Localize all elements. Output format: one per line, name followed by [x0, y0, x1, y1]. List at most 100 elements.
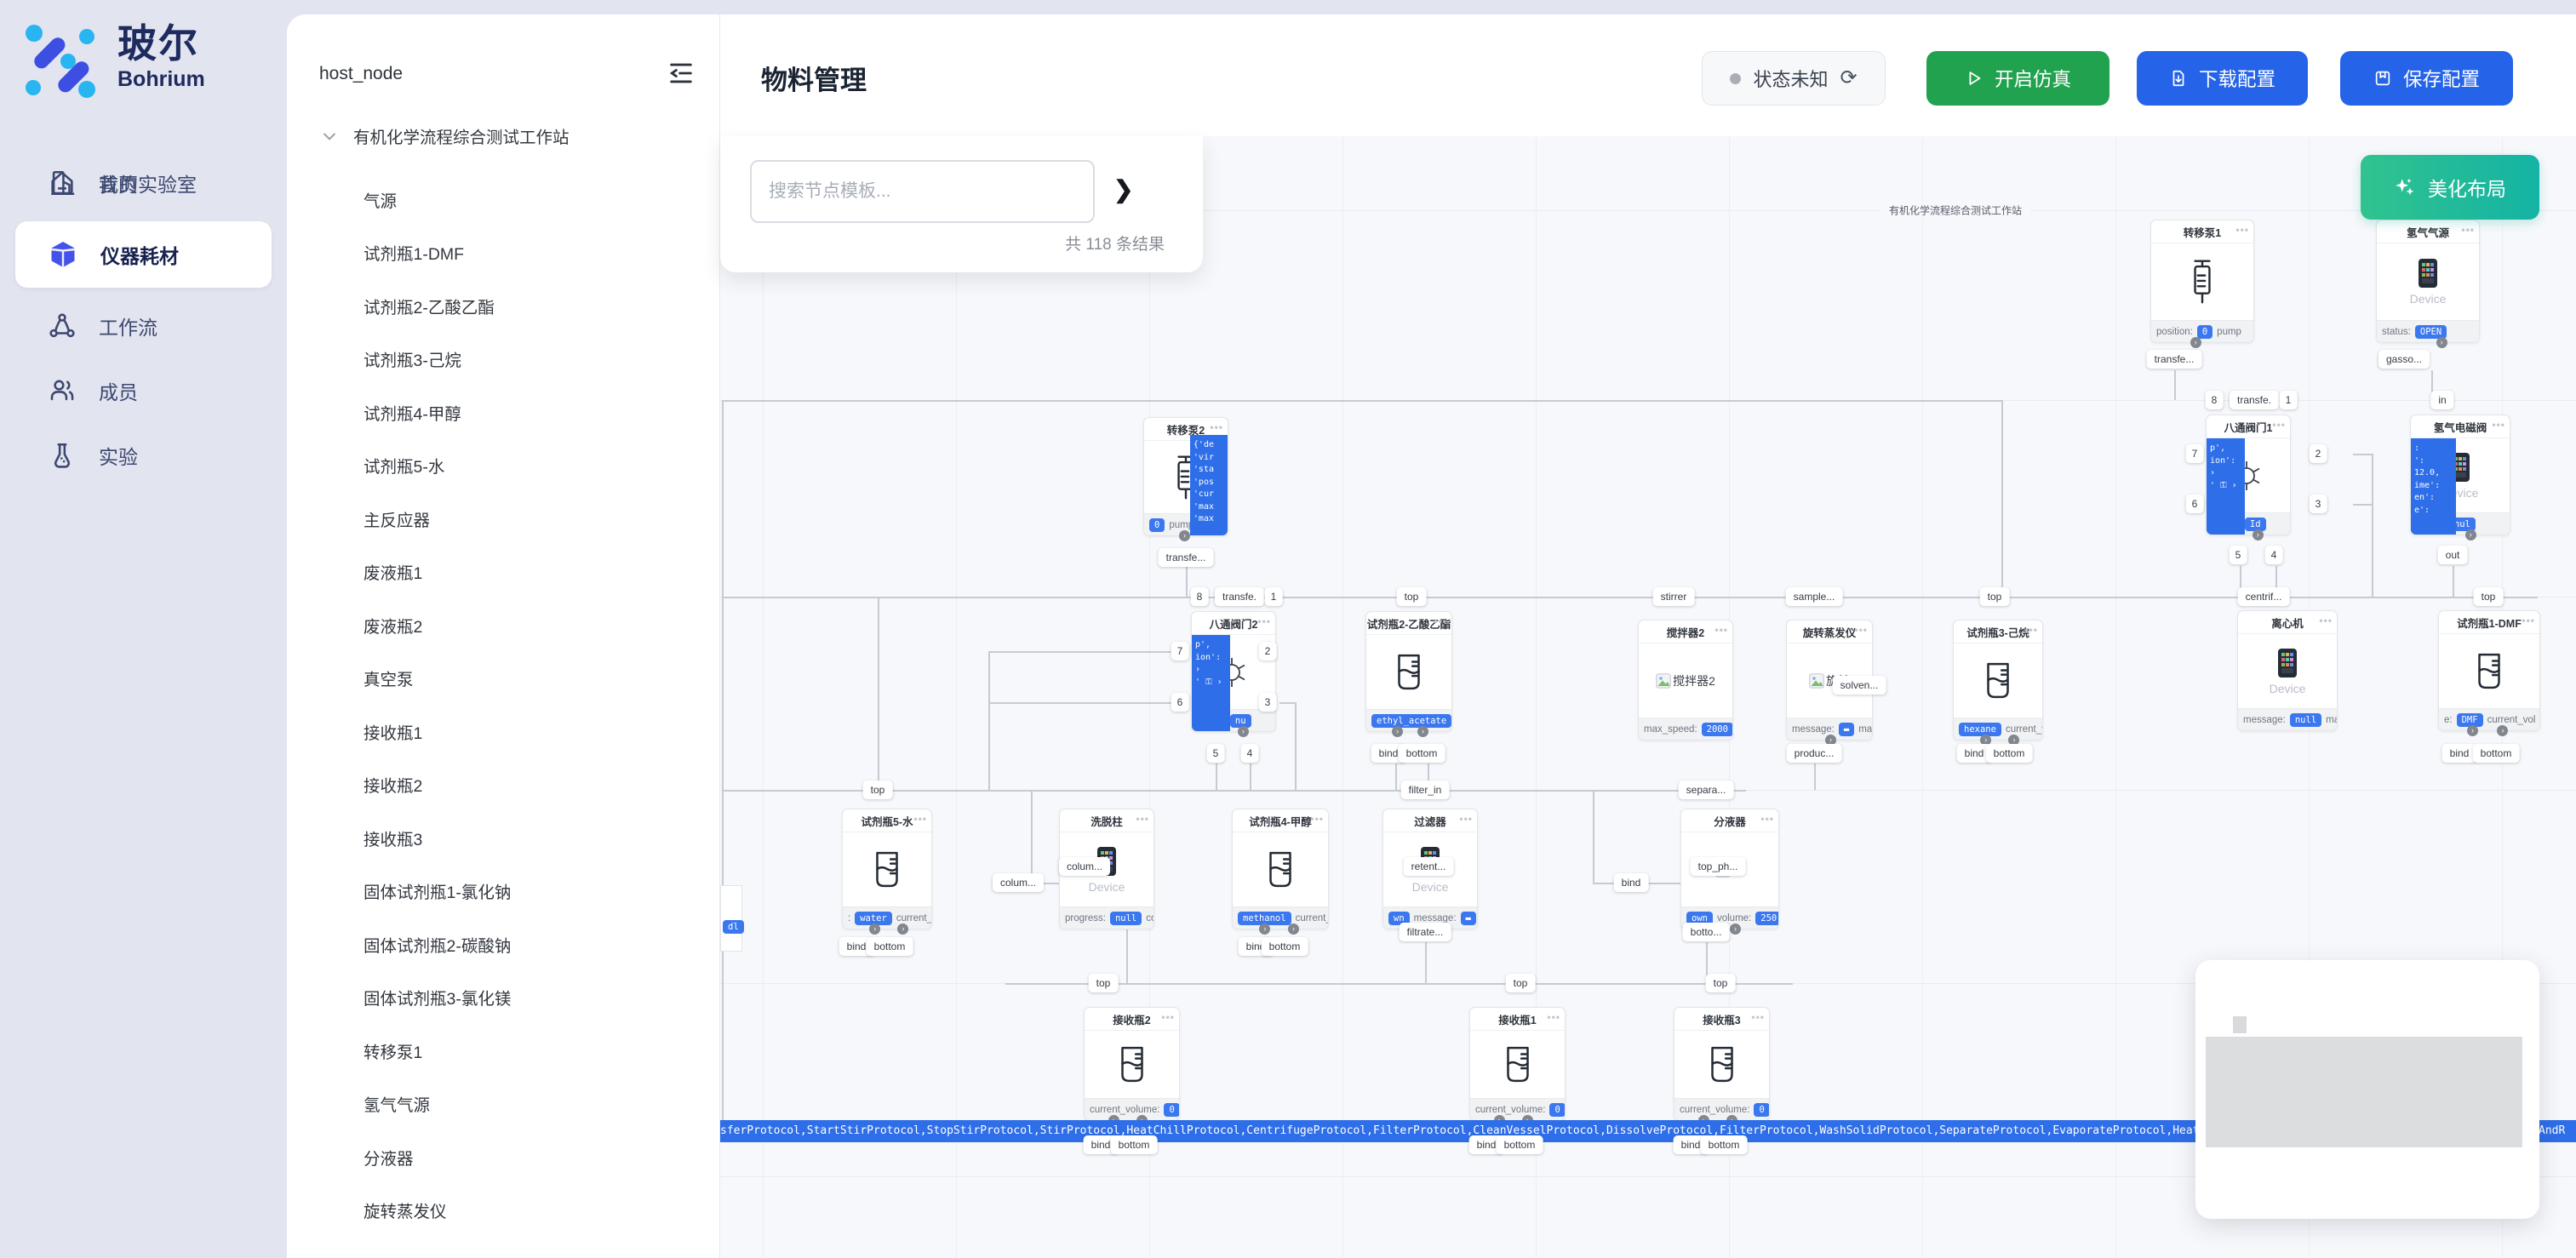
port-pill[interactable]: 1 [2280, 391, 2298, 409]
port-handle[interactable]: › [897, 923, 908, 935]
port-pill[interactable]: botto... [1683, 923, 1730, 941]
port-pill[interactable]: transfe... [1159, 548, 1214, 567]
port-handle[interactable]: › [1238, 726, 1249, 737]
tree-item[interactable]: 接收瓶2 [364, 758, 719, 812]
value-badge[interactable]: ▬ [1461, 912, 1476, 925]
port-pill[interactable]: sample... [1786, 587, 1843, 606]
node-menu-icon[interactable]: ••• [1310, 813, 1324, 825]
tree-item[interactable]: 接收瓶1 [364, 705, 719, 758]
flow-node[interactable]: 接收瓶2•••current_volume:0›› [1084, 1007, 1180, 1121]
value-badge[interactable]: DMF [2457, 713, 2483, 727]
port-pill[interactable]: centrif... [2238, 587, 2290, 606]
flow-node[interactable]: 氢气气源•••Devicestatus:OPEN› [2376, 220, 2480, 343]
port-handle[interactable]: › [1730, 923, 1741, 935]
port-pill[interactable]: colum... [1059, 857, 1110, 876]
tree-item[interactable]: 气源 [364, 173, 719, 226]
value-badge[interactable]: 2000 [1702, 723, 1732, 736]
port-pill[interactable]: 5 [2230, 546, 2247, 564]
flow-node[interactable]: 试剂瓶5-水•••:watercurrent_v›› [842, 809, 932, 929]
beautify-layout-button[interactable]: 美化布局 [2361, 155, 2539, 220]
tree-item[interactable]: 废液瓶1 [364, 546, 719, 599]
download-config-button[interactable]: 下载配置 [2137, 51, 2308, 106]
value-badge[interactable]: 0 [1754, 1103, 1769, 1117]
port-pill[interactable]: 6 [2186, 495, 2204, 513]
flow-node[interactable]: 试剂瓶3-己烷•••hexanecurrent_v›› [1953, 620, 2043, 741]
port-pill[interactable]: top [1089, 974, 1119, 992]
port-pill[interactable]: stirrer [1653, 587, 1695, 606]
value-badge[interactable]: nu [1230, 714, 1251, 728]
port-pill[interactable]: 7 [2186, 444, 2204, 463]
port-handle[interactable]: › [869, 923, 880, 935]
node-menu-icon[interactable]: ••• [1751, 1011, 1765, 1023]
port-handle[interactable]: › [2190, 337, 2201, 348]
tree-item[interactable]: 试剂瓶2-乙酸乙酯 [364, 279, 719, 333]
tree-item[interactable]: 真空泵 [364, 652, 719, 706]
node-menu-icon[interactable]: ••• [2024, 624, 2038, 636]
flow-node[interactable]: 八通阀门2•••status:nup', ion': › ' ⚿ ›› [1191, 611, 1276, 732]
node-menu-icon[interactable]: ••• [2522, 615, 2535, 626]
tree-item[interactable]: 试剂瓶4-甲醇 [364, 386, 719, 439]
port-pill[interactable]: produc... [1787, 744, 1842, 763]
tree-root-item[interactable]: 有机化学流程综合测试工作站 [321, 123, 570, 148]
port-pill[interactable]: out [2438, 546, 2468, 564]
port-pill[interactable]: 2 [1259, 642, 1277, 660]
tree-item[interactable]: 试剂瓶3-己烷 [364, 333, 719, 386]
node-menu-icon[interactable]: ••• [2319, 615, 2333, 626]
port-pill[interactable]: 8 [2206, 391, 2224, 409]
port-handle[interactable]: › [1417, 726, 1428, 737]
port-handle[interactable]: › [2467, 725, 2478, 736]
flow-node-fragment[interactable]: dl [720, 885, 742, 952]
port-pill[interactable]: bottom [1701, 1135, 1748, 1154]
tree-item[interactable]: 试剂瓶5-水 [364, 439, 719, 493]
flow-node[interactable]: 试剂瓶1-DMF•••e:DMFcurrent_vol›› [2438, 610, 2540, 731]
port-pill[interactable]: top_ph... [1691, 857, 1746, 876]
value-badge[interactable]: 0 [1164, 1103, 1179, 1117]
refresh-icon[interactable]: ⟳ [1840, 68, 1857, 89]
port-pill[interactable]: filter_in [1401, 781, 1450, 799]
port-pill[interactable]: bottom [1399, 744, 1445, 763]
port-pill[interactable]: top [863, 781, 893, 799]
flow-node[interactable]: 试剂瓶4-甲醇•••methanolcurrent_›› [1232, 809, 1329, 929]
node-menu-icon[interactable]: ••• [2492, 419, 2505, 431]
port-pill[interactable]: bottom [1262, 937, 1308, 956]
flow-node[interactable]: 离心机•••Devicemessage:nullma [2237, 610, 2338, 731]
tree-item[interactable]: 转移泵1 [364, 1024, 719, 1078]
value-badge[interactable]: 0 [1149, 518, 1165, 532]
tree-item[interactable]: 主反应器 [364, 492, 719, 546]
port-pill[interactable]: 8 [1191, 587, 1209, 606]
node-menu-icon[interactable]: ••• [1459, 813, 1473, 825]
node-menu-icon[interactable]: ••• [2272, 419, 2286, 431]
node-menu-icon[interactable]: ••• [1760, 813, 1774, 825]
port-pill[interactable]: top [1506, 974, 1536, 992]
flow-node[interactable]: 八通阀门1•••status:Idp', ion': › ' ⚿ ›› [2206, 415, 2291, 535]
flow-node[interactable]: 试剂瓶2-乙酸乙酯•••ethyl_acetatecurre›› [1365, 611, 1452, 732]
port-pill[interactable]: bottom [1497, 1135, 1543, 1154]
port-pill[interactable]: top [1397, 587, 1427, 606]
node-menu-icon[interactable]: ••• [1210, 421, 1223, 433]
port-pill[interactable]: 2 [2310, 444, 2327, 463]
port-handle[interactable]: › [1392, 726, 1403, 737]
port-pill[interactable]: bottom [1111, 1135, 1158, 1154]
expand-chevron-icon[interactable]: ❯ [1113, 175, 1133, 203]
flow-node[interactable]: 接收瓶3•••current_volume:0›› [1674, 1007, 1770, 1121]
port-pill[interactable]: in [2430, 391, 2453, 409]
start-simulation-button[interactable]: 开启仿真 [1926, 51, 2109, 106]
port-pill[interactable]: 1 [1265, 587, 1283, 606]
value-badge[interactable]: null [1110, 912, 1142, 925]
tree-item[interactable]: 氢气气源 [364, 1078, 719, 1131]
port-pill[interactable]: 5 [1207, 744, 1225, 763]
port-pill[interactable]: 3 [1259, 693, 1277, 712]
value-badge[interactable]: dl [723, 920, 744, 934]
tree-item[interactable]: 旋转蒸发仪 [364, 1184, 719, 1238]
node-menu-icon[interactable]: ••• [1161, 1011, 1175, 1023]
value-badge[interactable]: ethyl_acetate [1371, 714, 1451, 728]
port-handle[interactable]: › [2465, 529, 2476, 540]
port-pill[interactable]: transfe... [2147, 350, 2202, 369]
port-pill[interactable]: bind [2442, 744, 2477, 763]
port-handle[interactable]: › [2497, 725, 2508, 736]
flow-node[interactable]: 转移泵1•••position:0pump› [2150, 220, 2254, 343]
port-handle[interactable]: › [2253, 529, 2264, 540]
value-badge[interactable]: 0 [2197, 325, 2212, 339]
port-pill[interactable]: bottom [2473, 744, 2520, 763]
tree-item[interactable]: 固体试剂瓶3-氯化镁 [364, 971, 719, 1025]
